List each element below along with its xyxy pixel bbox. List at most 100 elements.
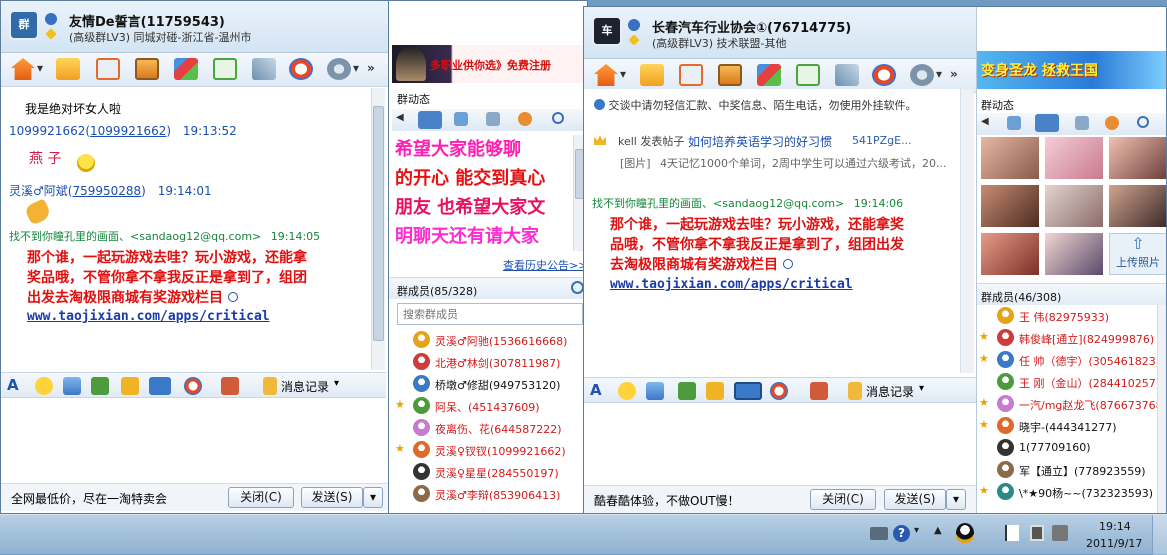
sogou-icon[interactable] bbox=[770, 382, 788, 400]
history-announcement-link[interactable]: 查看历史公告>> bbox=[503, 257, 587, 273]
message-link[interactable]: www.taojixian.com/apps/critical bbox=[610, 277, 853, 292]
member-avatar-icon[interactable] bbox=[997, 351, 1014, 368]
group-avatar[interactable]: 车 bbox=[592, 16, 622, 46]
history-icon[interactable] bbox=[848, 382, 862, 400]
member-avatar-icon[interactable] bbox=[997, 417, 1014, 434]
history-icon[interactable] bbox=[263, 377, 277, 395]
ad-banner[interactable]: 变身圣龙 拯救王国 bbox=[977, 51, 1166, 89]
ad-text[interactable]: 酷春酷体验，不做OUT慢！ bbox=[594, 492, 740, 509]
photo-icon[interactable] bbox=[454, 112, 468, 126]
chart-icon[interactable] bbox=[757, 64, 781, 86]
member-avatar-icon[interactable] bbox=[413, 441, 430, 458]
chevron-down-icon[interactable]: ▾ bbox=[620, 67, 626, 81]
sogou-icon[interactable] bbox=[184, 377, 202, 395]
upload-photo-button[interactable]: ⇧ 上传照片 bbox=[1109, 233, 1166, 275]
home-icon[interactable] bbox=[594, 64, 618, 86]
message-link[interactable]: www.taojixian.com/apps/critical bbox=[27, 309, 270, 324]
send-button[interactable]: 发送(S) bbox=[884, 489, 946, 510]
member-avatar-icon[interactable] bbox=[997, 483, 1014, 500]
add-app-icon[interactable] bbox=[213, 58, 237, 80]
clock-time[interactable]: 19:14 bbox=[1099, 520, 1131, 533]
chat-scrollbar[interactable] bbox=[371, 88, 385, 370]
chevron-down-icon[interactable]: ▾ bbox=[919, 383, 924, 394]
list-icon[interactable] bbox=[1075, 116, 1089, 130]
clock-date[interactable]: 2011/9/17 bbox=[1086, 537, 1142, 550]
member-avatar-icon[interactable] bbox=[413, 485, 430, 502]
chevron-down-icon[interactable]: ▾ bbox=[353, 61, 359, 75]
more-icon[interactable]: » bbox=[950, 67, 958, 81]
show-hidden-icons-icon[interactable]: ▲ bbox=[934, 525, 942, 536]
member-avatar-icon[interactable] bbox=[413, 331, 430, 348]
magic-emoji-icon[interactable] bbox=[646, 382, 664, 400]
photo-thumbnail[interactable] bbox=[981, 137, 1039, 179]
network-icon[interactable] bbox=[1030, 525, 1044, 541]
help-icon[interactable]: ? bbox=[893, 525, 910, 542]
sogou-icon[interactable] bbox=[872, 64, 896, 86]
add-app-icon[interactable] bbox=[796, 64, 820, 86]
apps-icon[interactable] bbox=[810, 382, 828, 400]
emoji-icon[interactable] bbox=[35, 377, 53, 395]
send-button[interactable]: 发送(S) bbox=[301, 487, 363, 508]
volume-muted-icon[interactable] bbox=[1052, 525, 1068, 541]
member-scrollbar[interactable] bbox=[1157, 305, 1166, 513]
photo-thumbnail[interactable] bbox=[1045, 185, 1103, 227]
photo-thumbnail[interactable] bbox=[1045, 233, 1103, 275]
photo-thumbnail[interactable] bbox=[1045, 137, 1103, 179]
flag-icon[interactable] bbox=[1005, 525, 1019, 541]
ad-text[interactable]: 全网最低价，尽在一淘特卖会 bbox=[11, 490, 167, 507]
screen-icon[interactable] bbox=[718, 64, 742, 86]
share-icon[interactable] bbox=[518, 112, 532, 126]
screenshot-icon[interactable] bbox=[734, 382, 762, 400]
keyboard-icon[interactable] bbox=[870, 527, 888, 540]
back-icon[interactable]: ◀ bbox=[396, 112, 414, 130]
apps-icon[interactable] bbox=[221, 377, 239, 395]
show-desktop-button[interactable] bbox=[1152, 515, 1167, 555]
group-avatar[interactable]: 群 bbox=[9, 10, 39, 40]
settings-icon[interactable] bbox=[327, 58, 351, 80]
font-icon[interactable]: A bbox=[590, 381, 608, 399]
member-avatar-icon[interactable] bbox=[997, 461, 1014, 478]
announcement-icon[interactable] bbox=[1007, 116, 1021, 130]
member-avatar-icon[interactable] bbox=[413, 463, 430, 480]
sogou-icon[interactable] bbox=[289, 58, 313, 80]
ad-banner[interactable]: 多职业供你选》免费注册 bbox=[392, 45, 587, 83]
scrollbar-thumb[interactable] bbox=[373, 106, 384, 341]
sender-link[interactable]: 759950288 bbox=[72, 184, 141, 198]
member-avatar-icon[interactable] bbox=[413, 353, 430, 370]
member-search-input[interactable] bbox=[397, 303, 583, 325]
chevron-down-icon[interactable]: ▾ bbox=[37, 61, 43, 75]
member-avatar-icon[interactable] bbox=[997, 373, 1014, 390]
announcement-icon[interactable] bbox=[418, 111, 442, 129]
chat-scrollbar[interactable] bbox=[960, 89, 974, 373]
folder-icon[interactable] bbox=[56, 58, 80, 80]
search-icon[interactable] bbox=[1137, 116, 1149, 128]
search-icon[interactable] bbox=[552, 112, 564, 124]
message-input[interactable] bbox=[1, 399, 386, 483]
photo-thumbnail[interactable] bbox=[981, 185, 1039, 227]
settings-icon[interactable] bbox=[910, 64, 934, 86]
qq-tray-icon[interactable] bbox=[956, 523, 974, 543]
home-icon[interactable] bbox=[11, 58, 35, 80]
tools-icon[interactable] bbox=[835, 64, 859, 86]
send-options-button[interactable]: ▾ bbox=[363, 487, 383, 508]
photo-icon[interactable] bbox=[1035, 114, 1059, 132]
title-bar[interactable]: 群 友情De誓言(11759543) (高级群LV3) 同城对碰-浙江省-温州市 bbox=[1, 1, 392, 53]
document-icon[interactable] bbox=[96, 58, 120, 80]
magic-emoji-icon[interactable] bbox=[63, 377, 81, 395]
close-button[interactable]: 关闭(C) bbox=[228, 487, 294, 508]
screen-icon[interactable] bbox=[135, 58, 159, 80]
back-icon[interactable]: ◀ bbox=[981, 116, 999, 134]
image-icon[interactable] bbox=[678, 382, 696, 400]
member-avatar-icon[interactable] bbox=[413, 419, 430, 436]
message-record-button[interactable]: 消息记录 bbox=[281, 378, 329, 395]
close-button[interactable]: 关闭(C) bbox=[810, 489, 876, 510]
chart-icon[interactable] bbox=[174, 58, 198, 80]
chevron-down-icon[interactable]: ▾ bbox=[334, 378, 339, 389]
sender-link[interactable]: 1099921662 bbox=[90, 124, 166, 138]
shake-icon[interactable] bbox=[91, 377, 109, 395]
member-avatar-icon[interactable] bbox=[997, 439, 1014, 456]
emoji-icon[interactable] bbox=[618, 382, 636, 400]
photo-thumbnail[interactable] bbox=[981, 233, 1039, 275]
message-input[interactable] bbox=[584, 404, 976, 484]
voice-icon[interactable] bbox=[706, 382, 724, 400]
